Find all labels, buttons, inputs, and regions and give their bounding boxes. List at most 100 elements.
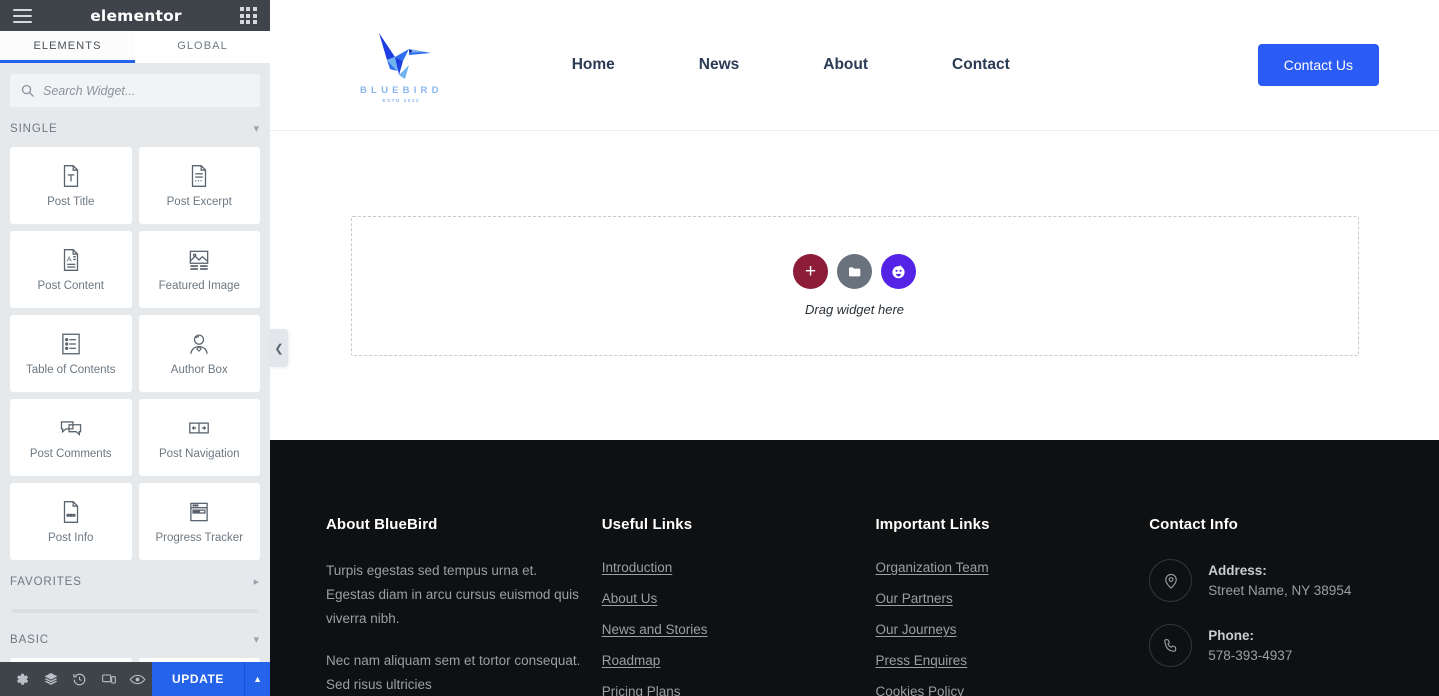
widget-label: Featured Image (158, 279, 240, 292)
contact-value: 578-393-4937 (1208, 647, 1293, 663)
widget-basic-placeholder[interactable] (10, 658, 132, 662)
navigator-layers-icon[interactable] (37, 662, 66, 696)
widget-post-title[interactable]: Post Title (10, 147, 132, 224)
footer-heading: Useful Links (601, 516, 693, 533)
page-preview: BLUEBIRD ESTD 2022 Home News About Conta… (270, 0, 1439, 696)
footer-link[interactable]: Our Journeys (876, 622, 957, 637)
post-excerpt-icon (192, 164, 207, 187)
widget-label: Progress Tracker (155, 531, 244, 544)
footer-column-important-links: Important Links Organization Team Our Pa… (876, 516, 1150, 696)
elementor-logo: elementor (90, 6, 182, 25)
widget-label: Post Title (47, 195, 95, 208)
list-item: Press Enquires (876, 652, 1130, 670)
section-header-basic[interactable]: BASIC ▾ (10, 622, 260, 658)
list-item: About Us (602, 590, 856, 608)
chevron-right-icon: ▸ (253, 575, 260, 588)
widget-post-navigation[interactable]: Post Navigation (138, 399, 260, 476)
footer-link[interactable]: Roadmap (602, 653, 661, 668)
footer-link[interactable]: About Us (602, 591, 658, 606)
panel-body: SINGLE ▾ Post Title (0, 63, 270, 662)
contact-phone: Phone: 578-393-4937 (1149, 624, 1419, 667)
footer-link[interactable]: Press Enquires (876, 653, 968, 668)
settings-gear-icon[interactable] (8, 662, 37, 696)
widget-post-comments[interactable]: Post Comments (10, 399, 132, 476)
widget-progress-tracker[interactable]: Progress Tracker (138, 483, 260, 560)
add-element-button[interactable]: + (793, 254, 828, 289)
site-header: BLUEBIRD ESTD 2022 Home News About Conta… (270, 0, 1439, 131)
contact-text: Address: Street Name, NY 38954 (1208, 561, 1351, 600)
template-library-button[interactable] (837, 254, 872, 289)
footer-heading: About BlueBird (326, 516, 438, 533)
phone-icon (1149, 624, 1193, 667)
site-logo[interactable]: BLUEBIRD ESTD 2022 (360, 27, 443, 103)
widget-grid-single: Post Title Post Excerpt A Post Content F… (10, 147, 260, 560)
site-nav: Home News About Contact (530, 56, 1052, 74)
post-title-icon (63, 164, 78, 187)
nav-link-home[interactable]: Home (530, 56, 657, 74)
list-item: Cookies Policy (876, 683, 1130, 696)
list-item: News and Stories (602, 621, 856, 639)
tab-global[interactable]: GLOBAL (135, 31, 270, 63)
nav-link-contact[interactable]: Contact (910, 56, 1052, 74)
contact-address: Address: Street Name, NY 38954 (1149, 559, 1419, 602)
post-content-icon: A (63, 248, 78, 271)
chevron-down-icon: ▾ (253, 633, 260, 646)
section-header-favorites[interactable]: FAVORITES ▸ (10, 564, 260, 600)
grid-apps-icon[interactable] (239, 7, 257, 24)
widget-post-excerpt[interactable]: Post Excerpt (138, 147, 260, 224)
hamburger-icon[interactable] (13, 8, 32, 23)
panel-bottom-bar: UPDATE ▲ (0, 662, 271, 696)
search-input[interactable] (43, 83, 249, 98)
nav-link-about[interactable]: About (781, 56, 910, 74)
widget-dropzone[interactable]: + Drag widget here (350, 215, 1359, 356)
footer-link[interactable]: News and Stories (602, 622, 708, 637)
footer-link[interactable]: Cookies Policy (876, 684, 965, 696)
footer-link[interactable]: Introduction (602, 560, 673, 575)
widget-label: Post Navigation (158, 447, 240, 460)
footer-link[interactable]: Pricing Plans (602, 684, 681, 696)
contact-text: Phone: 578-393-4937 (1208, 626, 1292, 665)
section-header-single[interactable]: SINGLE ▾ (10, 111, 260, 147)
list-item: Pricing Plans (602, 683, 856, 696)
footer-heading: Important Links (875, 516, 990, 533)
logo-wordmark: BLUEBIRD (360, 85, 443, 96)
widget-featured-image[interactable]: Featured Image (138, 231, 260, 308)
contact-label: Phone: (1208, 627, 1254, 643)
panel-tabs: ELEMENTS GLOBAL (0, 31, 270, 63)
caret-up-icon[interactable]: ▲ (244, 662, 271, 696)
panel-collapse-handle[interactable]: ❮ (270, 329, 288, 367)
widget-label: Post Content (37, 279, 104, 292)
list-item: Organization Team (876, 559, 1130, 577)
ai-button[interactable] (881, 254, 916, 289)
chevron-down-icon: ▾ (253, 122, 260, 135)
history-icon[interactable] (66, 662, 95, 696)
footer-paragraph: Turpis egestas sed tempus urna et. Egest… (326, 563, 579, 627)
preview-eye-icon[interactable] (123, 662, 152, 696)
progress-tracker-icon (190, 502, 209, 521)
widget-author-box[interactable]: Author Box (138, 315, 260, 392)
footer-link[interactable]: Organization Team (876, 560, 989, 575)
search-box[interactable] (10, 74, 260, 107)
post-info-icon (63, 500, 78, 523)
responsive-mode-icon[interactable] (94, 662, 123, 696)
widget-post-info[interactable]: Post Info (10, 483, 132, 560)
footer-link[interactable]: Our Partners (876, 591, 953, 606)
tab-elements[interactable]: ELEMENTS (0, 31, 135, 63)
contact-us-button[interactable]: Contact Us (1257, 44, 1379, 86)
widget-basic-placeholder[interactable] (138, 658, 260, 662)
contact-value: Street Name, NY 38954 (1208, 582, 1352, 598)
widget-table-of-contents[interactable]: Table of Contents (10, 315, 132, 392)
nav-link-news[interactable]: News (657, 56, 782, 74)
section-label-favorites: FAVORITES (10, 576, 82, 588)
elementor-panel: elementor ELEMENTS GLOBAL SING (0, 0, 271, 696)
panel-divider (12, 609, 258, 613)
footer-heading: Contact Info (1149, 516, 1238, 533)
section-label-single: SINGLE (10, 123, 58, 135)
location-pin-icon (1149, 559, 1193, 602)
contact-label: Address: (1208, 562, 1267, 578)
dropzone-buttons: + (793, 254, 916, 289)
update-button[interactable]: UPDATE (151, 662, 245, 696)
widget-post-content[interactable]: A Post Content (10, 231, 132, 308)
search-widget-area (10, 63, 260, 107)
widget-label: Table of Contents (25, 363, 116, 376)
